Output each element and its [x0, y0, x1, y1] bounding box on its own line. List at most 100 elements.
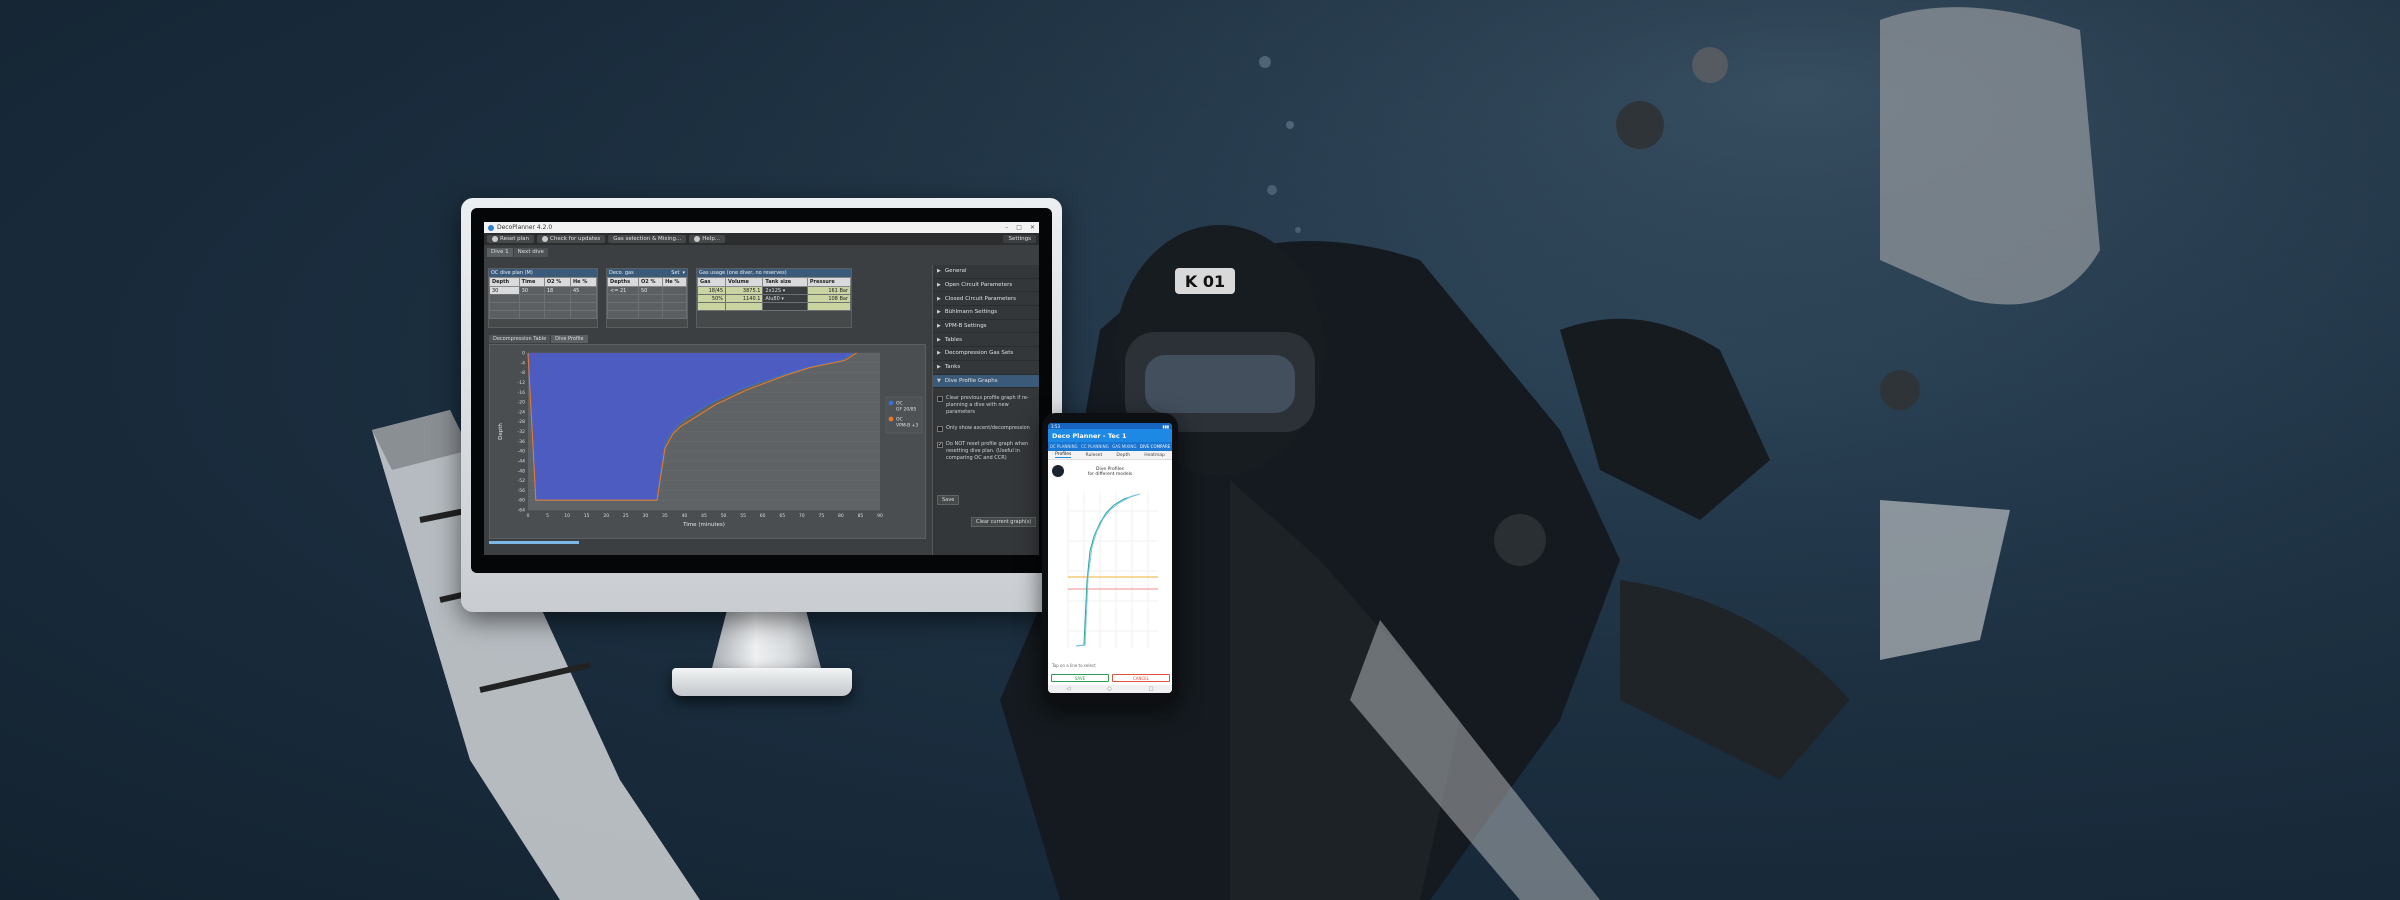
x-tick-label: 20	[603, 513, 609, 519]
empty-cell[interactable]	[489, 302, 520, 311]
smartphone: 3:53 ▮▮▮ Deco Planner - Tec 1 OC PLANNING…	[1042, 413, 1178, 703]
empty-cell[interactable]	[607, 302, 639, 311]
back-nav-icon[interactable]: ◁	[1067, 686, 1071, 692]
phone-save-button[interactable]: SAVE	[1051, 674, 1109, 682]
tab-next-dive[interactable]: Next dive	[513, 248, 548, 257]
checkbox-clear-previous[interactable]	[937, 396, 943, 403]
chart-tabs: Decompression Table Dive Profile	[489, 335, 588, 343]
chevron-right-icon: ▶	[937, 336, 941, 343]
legend-label: VPM-B +3	[896, 423, 918, 429]
empty-cell[interactable]	[570, 294, 597, 303]
legend-label: OC	[896, 401, 903, 407]
reset-icon	[492, 236, 498, 242]
empty-cell[interactable]	[543, 294, 572, 303]
sidebar-item-vpmb[interactable]: ▶ VPM-B Settings	[933, 320, 1039, 334]
empty-cell[interactable]	[518, 294, 545, 303]
tab-ruleset[interactable]: Ruleset	[1086, 453, 1103, 458]
sidebar-item-general[interactable]: ▶ General	[933, 265, 1039, 279]
table-row[interactable]: 30 30 18 45	[489, 286, 597, 295]
sidebar-item-closed-circuit[interactable]: ▶ Closed Circuit Parameters	[933, 292, 1039, 307]
tab-heatmap[interactable]: Heatmap	[1144, 453, 1165, 458]
tab-oc-planning[interactable]: OC PLANNING	[1050, 444, 1078, 449]
empty-cell[interactable]	[637, 302, 664, 311]
gas-usage-header: Gas usage (one diver, no reserves)	[697, 269, 851, 277]
close-icon[interactable]: ✕	[1030, 224, 1035, 231]
cell-he[interactable]	[662, 286, 687, 295]
cell-o2[interactable]: 50	[637, 286, 664, 295]
empty-cell[interactable]	[570, 310, 597, 319]
phone-app-bar: Deco Planner - Tec 1	[1048, 429, 1172, 442]
empty-cell[interactable]	[489, 310, 520, 319]
table-row[interactable]: <= 21 50	[607, 286, 687, 295]
help-button[interactable]: Help...	[689, 235, 726, 243]
empty-cell[interactable]	[518, 302, 545, 311]
tab-cc-planning[interactable]: CC PLANNING	[1081, 444, 1109, 449]
sidebar-item-buhlmann[interactable]: ▶ Bühlmann Settings	[933, 306, 1039, 320]
phone-cancel-button[interactable]: CANCEL	[1112, 674, 1170, 682]
maximize-icon[interactable]: □	[1016, 224, 1022, 231]
x-tick-label: 70	[799, 513, 805, 519]
set-dropdown-icon[interactable]: ▾	[682, 270, 685, 276]
cell-depth[interactable]: 30	[489, 286, 520, 295]
y-tick-label: -32	[518, 429, 525, 435]
x-tick-label: 80	[838, 513, 844, 519]
empty-cell[interactable]	[637, 294, 664, 303]
minimize-icon[interactable]: –	[1005, 224, 1008, 231]
home-nav-icon[interactable]: ○	[1107, 686, 1111, 692]
cell-time[interactable]: 30	[518, 286, 545, 295]
y-tick-label: -44	[518, 458, 525, 464]
sidebar-item-tables[interactable]: ▶ Tables	[933, 333, 1039, 348]
empty-cell[interactable]	[489, 294, 520, 303]
x-tick-label: 15	[584, 513, 590, 519]
tab-decompression-table[interactable]: Decompression Table	[489, 335, 551, 343]
sidebar-item-label: Decompression Gas Sets	[944, 350, 1014, 357]
sidebar-item-open-circuit[interactable]: ▶ Open Circuit Parameters	[933, 279, 1039, 293]
y-tick-label: -24	[518, 409, 525, 415]
empty-cell[interactable]	[662, 302, 687, 311]
empty-cell	[762, 302, 808, 311]
empty-cell[interactable]	[518, 310, 545, 319]
sidebar-item-deco-gas-sets[interactable]: ▶ Decompression Gas Sets	[933, 347, 1039, 361]
reset-plan-button[interactable]: Reset plan	[487, 235, 534, 243]
cell-o2[interactable]: 18	[543, 286, 572, 295]
empty-cell[interactable]	[570, 302, 597, 311]
window-controls: – □ ✕	[1005, 224, 1035, 231]
table-row: 18/45 3875.1 2x12S ▾ 161 Bar	[696, 286, 852, 295]
empty-cell[interactable]	[637, 310, 664, 319]
tank-size-select[interactable]: Alu80 ▾	[762, 294, 808, 303]
phone-sub-tabs: Profiles Ruleset Depth Heatmap	[1048, 451, 1172, 460]
empty-cell[interactable]	[543, 310, 572, 319]
tab-depth[interactable]: Depth	[1116, 453, 1130, 458]
phone-screen: 3:53 ▮▮▮ Deco Planner - Tec 1 OC PLANNING…	[1048, 423, 1172, 693]
cell-depths[interactable]: <= 21	[607, 286, 639, 295]
cell-he[interactable]: 45	[570, 286, 597, 295]
deco-gas-header: Deco. gas Set ▾	[607, 269, 687, 277]
gas-mixing-button[interactable]: Gas selection & Mixing...	[608, 235, 687, 243]
y-tick-label: -60	[518, 498, 525, 504]
empty-cell[interactable]	[607, 310, 639, 319]
recents-nav-icon[interactable]: □	[1149, 686, 1154, 692]
settings-button[interactable]: Settings	[1003, 235, 1036, 243]
col-pressure: Pressure	[806, 277, 852, 287]
y-axis-label: Depth	[498, 423, 504, 440]
sidebar-item-dive-profile-graphs[interactable]: ▼ Dive Profile Graphs	[933, 374, 1039, 389]
tab-profiles[interactable]: Profiles	[1055, 452, 1072, 458]
tab-dive-profile[interactable]: Dive Profile	[551, 335, 588, 343]
empty-cell[interactable]	[543, 302, 572, 311]
save-button[interactable]: Save	[937, 495, 960, 505]
check-updates-button[interactable]: Check for updates	[537, 235, 606, 243]
tab-dive-compare[interactable]: DIVE COMPARE	[1140, 444, 1170, 449]
empty-cell	[725, 302, 764, 311]
clear-graphs-button[interactable]: Clear current graph(s)	[971, 517, 1037, 527]
empty-cell[interactable]	[607, 294, 639, 303]
tank-size-select[interactable]: 2x12S ▾	[762, 286, 808, 295]
empty-cell[interactable]	[662, 310, 687, 319]
checkbox-no-reset[interactable]: ✓	[937, 442, 943, 449]
tab-dive-1[interactable]: Dive 1	[487, 248, 513, 257]
tab-gas-mixing[interactable]: GAS MIXING	[1112, 444, 1136, 449]
checkbox-ascent-only[interactable]	[937, 426, 943, 433]
sidebar-item-tanks[interactable]: ▶ Tanks	[933, 361, 1039, 375]
cell-volume: 1140.1	[725, 294, 764, 303]
window-title: DecoPlanner 4.2.0	[497, 224, 553, 231]
empty-cell[interactable]	[662, 294, 687, 303]
